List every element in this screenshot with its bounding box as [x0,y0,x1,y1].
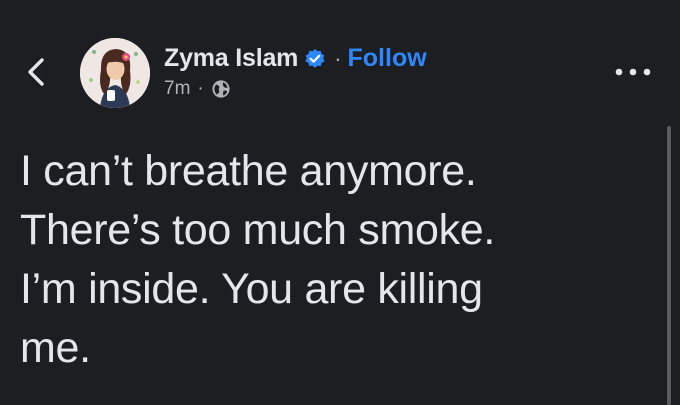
post-line: I can’t breathe anymore. [20,147,477,195]
post-header: Zyma Islam · Follow 7m · [0,0,680,120]
author-name[interactable]: Zyma Islam [164,44,298,73]
avatar[interactable] [80,38,150,108]
back-button[interactable] [18,52,54,92]
post-line: There’s too much smoke. [20,206,496,254]
globe-icon [212,80,230,98]
follow-button[interactable]: Follow [348,44,427,73]
scrollbar[interactable] [667,126,671,405]
author-row: Zyma Islam · Follow [164,44,427,73]
chevron-left-icon [28,58,44,86]
post-meta: 7m · [164,78,231,100]
post-line: I’m inside. You are killing [20,265,483,313]
meta-separator: · [197,78,204,99]
post-body: I can’t breathe anymore. There’s too muc… [20,142,640,378]
verified-badge-icon [305,48,325,68]
timestamp[interactable]: 7m [164,78,190,100]
more-horizontal-icon [615,68,651,76]
more-options-button[interactable] [612,62,654,82]
post-line: me. [20,324,91,372]
separator-dot: · [334,45,342,71]
